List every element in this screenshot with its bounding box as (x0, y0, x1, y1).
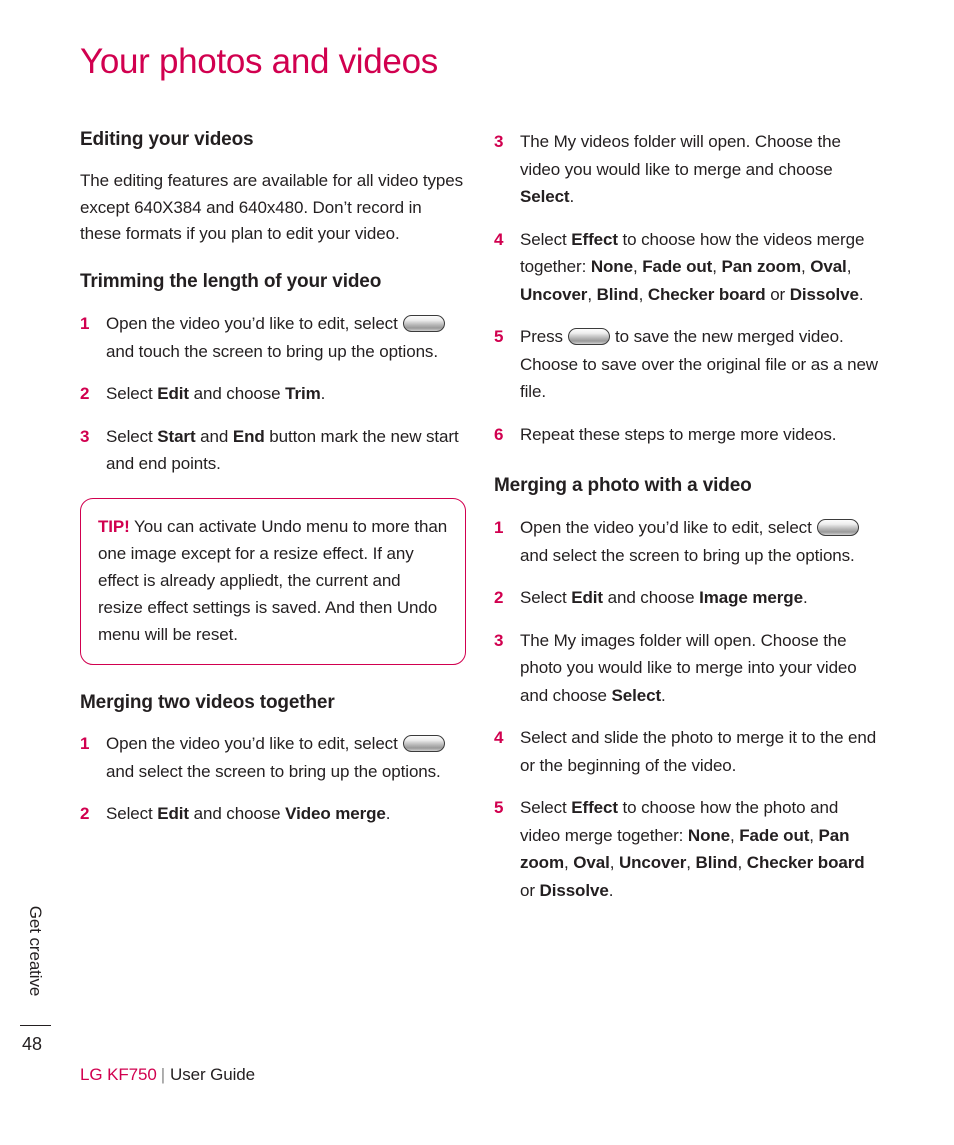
right-column: 3 The My videos folder will open. Choose … (494, 128, 880, 924)
key-pill-icon (402, 315, 445, 333)
emphasised-term: Edit (157, 384, 189, 404)
step-number: 5 (494, 327, 504, 347)
merge-steps-continued-list: 3 The My videos folder will open. Choose … (494, 128, 880, 448)
step-item: 6 Repeat these steps to merge more videos… (494, 421, 880, 449)
section-heading-editing-your-videos: Editing your videos (80, 129, 254, 150)
merge-two-videos-steps-list: 1 Open the video you’d like to edit, sele… (80, 730, 466, 828)
photo-merge-steps-list: 1 Open the video you’d like to edit, sele… (494, 514, 880, 904)
footer-separator: | (160, 1065, 166, 1084)
key-pill-icon (402, 735, 445, 753)
emphasised-term: Select (520, 187, 570, 207)
step-item: 4 Select Effect to choose how the videos … (494, 226, 880, 309)
tip-text: TIP! You can activate Undo menu to more … (98, 513, 448, 649)
section-heading-merging-two-videos: Merging two videos together (80, 691, 335, 713)
emphasised-term: Checker board (746, 853, 865, 873)
step-number: 3 (494, 630, 504, 650)
step-item: 3 Select Start and End button mark the ne… (80, 423, 466, 478)
left-column: Editing your videos The editing features… (80, 128, 466, 848)
section-heading-merging-photo-with-video: Merging a photo with a video (494, 475, 752, 497)
step-number: 2 (80, 804, 90, 824)
step-number: 1 (80, 734, 90, 754)
emphasised-term: Edit (571, 588, 603, 608)
trim-steps-list: 1 Open the video you’d like to edit, sele… (80, 310, 466, 478)
step-item: 5 Press to save the new merged video. Choo… (494, 323, 880, 406)
emphasised-term: Pan zoom (721, 257, 801, 277)
step-item: 1 Open the video you’d like to edit, sele… (80, 730, 466, 785)
step-item: 1 Open the video you’d like to edit, sele… (80, 310, 466, 365)
emphasised-term: Effect (571, 798, 618, 818)
emphasised-term: Edit (157, 804, 189, 824)
footer: LG KF750 | User Guide (80, 1065, 255, 1085)
emphasised-term: Dissolve (789, 284, 859, 304)
emphasised-term: Oval (810, 257, 847, 277)
step-item: 3 The My videos folder will open. Choose … (494, 128, 880, 211)
side-tab-label: Get creative (26, 905, 45, 996)
page-number-rule (20, 1025, 51, 1026)
emphasised-term: Image merge (699, 588, 803, 608)
step-number: 2 (494, 588, 504, 608)
step-number: 4 (494, 229, 504, 249)
step-number: 3 (494, 132, 504, 151)
tip-box: TIP! You can activate Undo menu to more … (80, 497, 466, 665)
emphasised-term: Start (157, 426, 196, 446)
emphasised-term: Video merge (285, 804, 386, 824)
step-number: 3 (80, 426, 90, 446)
emphasised-term: End (232, 426, 265, 446)
step-item: 2 Select Edit and choose Video merge. (80, 800, 466, 828)
page-title: Your photos and videos (80, 42, 438, 81)
page-number: 48 (22, 1034, 43, 1054)
step-item: 5 Select Effect to choose how the photo a… (494, 794, 880, 904)
step-number: 2 (80, 384, 90, 404)
tip-body: You can activate Undo menu to more than … (98, 516, 448, 645)
emphasised-term: Uncover (520, 284, 588, 304)
section-heading-trimming-length: Trimming the length of your video (80, 271, 382, 293)
footer-brand: LG KF750 (80, 1065, 157, 1084)
intro-paragraph: The editing features are available for a… (80, 170, 463, 244)
emphasised-term: Dissolve (539, 880, 609, 900)
step-number: 1 (80, 314, 90, 334)
emphasised-term: Effect (571, 229, 618, 249)
emphasised-term: Trim (285, 384, 321, 404)
step-number: 6 (494, 424, 504, 444)
emphasised-term: Fade out (739, 825, 810, 845)
emphasised-term: Fade out (642, 257, 713, 277)
step-item: 4 Select and slide the photo to merge it … (494, 724, 880, 779)
step-item: 1 Open the video you’d like to edit, sele… (494, 514, 880, 569)
emphasised-term: Blind (695, 853, 738, 873)
tip-label: TIP! (98, 516, 130, 536)
step-item: 2 Select Edit and choose Trim. (80, 380, 466, 408)
emphasised-term: Checker board (647, 284, 766, 304)
step-number: 5 (494, 798, 504, 818)
key-pill-icon (816, 519, 859, 537)
emphasised-term: None (687, 825, 731, 845)
key-pill-icon (567, 328, 610, 346)
emphasised-term: Oval (573, 853, 610, 873)
step-item: 3 The My images folder will open. Choose … (494, 627, 880, 710)
side-tab: Get creative (22, 888, 48, 1013)
emphasised-term: Blind (596, 284, 639, 304)
step-number: 4 (494, 728, 504, 748)
emphasised-term: None (590, 257, 633, 277)
footer-guide-label: User Guide (170, 1065, 256, 1084)
emphasised-term: Uncover (618, 853, 687, 873)
step-number: 1 (494, 518, 504, 538)
emphasised-term: Select (611, 685, 662, 705)
step-item: 2 Select Edit and choose Image merge. (494, 584, 880, 612)
